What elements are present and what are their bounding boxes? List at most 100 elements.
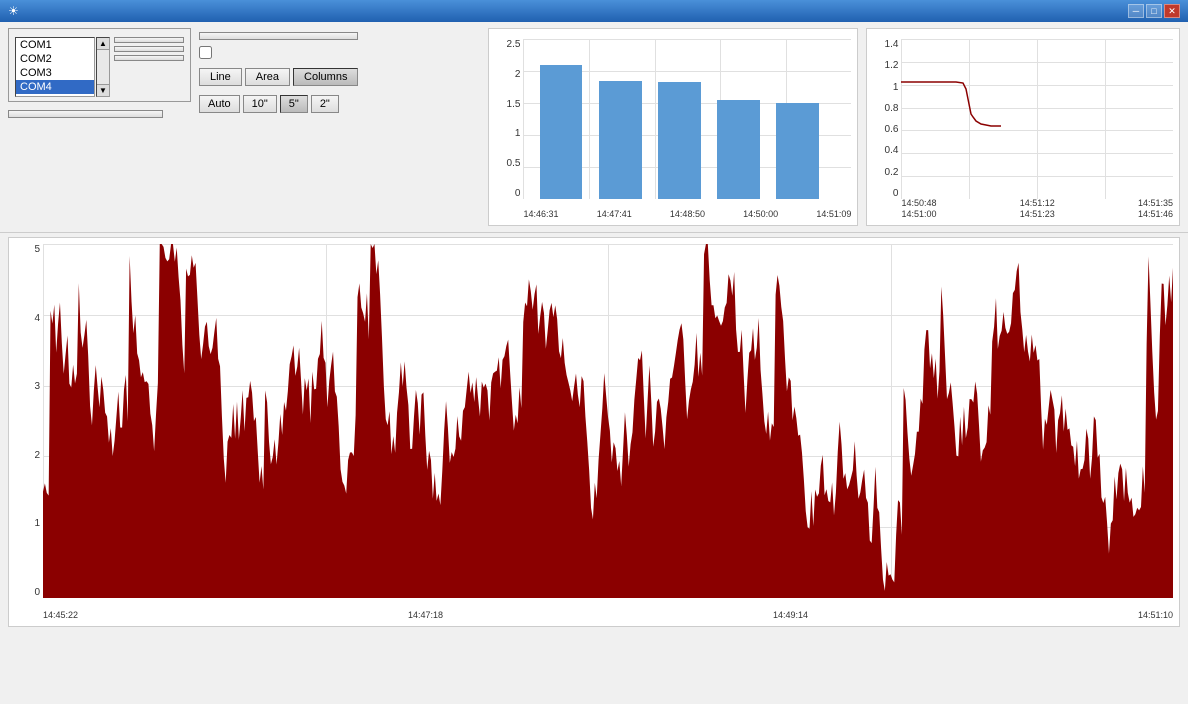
scroll-up[interactable]: ▲ xyxy=(97,38,109,50)
chart-type-buttons: Line Area Columns xyxy=(199,68,358,86)
iy-1: 1 xyxy=(893,82,899,93)
ix-0: 14:50:48 xyxy=(901,198,936,208)
com3-item[interactable]: COM3 xyxy=(16,66,94,80)
my-5: 5 xyxy=(34,244,40,255)
auto-scale-button[interactable]: Auto xyxy=(199,95,240,113)
x-label-0: 14:46:31 xyxy=(523,209,558,219)
main-y-axis: 5 4 3 2 1 0 xyxy=(15,244,43,598)
scale-buttons: Auto 10" 5" 2" xyxy=(199,95,358,113)
line-button[interactable]: Line xyxy=(199,68,242,86)
scroll-track xyxy=(97,50,109,84)
title-bar-controls: ─ □ ✕ xyxy=(1128,4,1180,18)
avg-bar-3 xyxy=(658,82,701,199)
disconnect-button[interactable] xyxy=(114,55,184,61)
x-label-3: 14:50:00 xyxy=(743,209,778,219)
setup-section: COM1 COM2 COM3 COM4 ▲ ▼ xyxy=(8,28,191,226)
10sec-scale-button[interactable]: 10" xyxy=(243,95,277,113)
iy-0.8: 0.8 xyxy=(885,103,899,114)
y-0: 0 xyxy=(515,188,521,199)
ix-sub-0: 14:51:00 xyxy=(901,209,936,219)
autodetect-button[interactable] xyxy=(114,37,184,43)
y-2.5: 2.5 xyxy=(507,39,521,50)
input-x-top: 14:50:48 14:51:12 14:51:35 xyxy=(901,198,1173,208)
mx-0: 14:45:22 xyxy=(43,610,78,620)
app-icon: ☀ xyxy=(8,4,19,18)
minimize-button[interactable]: ─ xyxy=(1128,4,1144,18)
main-content: COM1 COM2 COM3 COM4 ▲ ▼ xyxy=(0,22,1188,704)
columns-button[interactable]: Columns xyxy=(293,68,358,86)
x-label-1: 14:47:41 xyxy=(597,209,632,219)
connect-button[interactable] xyxy=(114,46,184,52)
2sec-scale-button[interactable]: 2" xyxy=(311,95,339,113)
com4-item[interactable]: COM4 xyxy=(16,80,94,94)
ix-sub-2: 14:51:46 xyxy=(1138,209,1173,219)
ix-1: 14:51:12 xyxy=(1020,198,1055,208)
com-scrollbar[interactable]: ▲ ▼ xyxy=(96,37,110,97)
com-list-container: COM1 COM2 COM3 COM4 ▲ ▼ xyxy=(15,37,110,97)
main-chart-container: 5 4 3 2 1 0 xyxy=(8,237,1180,627)
com2-item[interactable]: COM2 xyxy=(16,52,94,66)
y-1: 1 xyxy=(515,128,521,139)
y-0.5: 0.5 xyxy=(507,158,521,169)
setup-panel: COM1 COM2 COM3 COM4 ▲ ▼ xyxy=(8,28,191,102)
input-level-line xyxy=(901,82,1001,126)
input-level-svg xyxy=(901,39,1173,199)
grid-h-0 xyxy=(523,39,851,40)
main-plot-area xyxy=(43,244,1173,598)
x-label-2: 14:48:50 xyxy=(670,209,705,219)
input-x-axis: 14:50:48 14:51:12 14:51:35 14:51:00 14:5… xyxy=(901,198,1173,219)
mx-1: 14:47:18 xyxy=(408,610,443,620)
grid-v-1 xyxy=(589,39,590,199)
avg-bar-5 xyxy=(776,103,819,199)
y-2: 2 xyxy=(515,69,521,80)
avg-bar-1 xyxy=(540,65,583,199)
select-directory-button[interactable] xyxy=(199,32,358,40)
iy-0.2: 0.2 xyxy=(885,167,899,178)
input-y-axis: 1.4 1.2 1 0.8 0.6 0.4 0.2 0 xyxy=(873,39,901,199)
iy-0: 0 xyxy=(893,188,899,199)
iy-1.4: 1.4 xyxy=(885,39,899,50)
area-button[interactable]: Area xyxy=(245,68,290,86)
title-bar: ☀ ─ □ ✕ xyxy=(0,0,1188,22)
main-chart-svg xyxy=(43,244,1173,598)
my-3: 3 xyxy=(34,381,40,392)
com-port-list[interactable]: COM1 COM2 COM3 COM4 xyxy=(15,37,95,97)
reset-graph-button[interactable] xyxy=(8,110,163,118)
mx-3: 14:51:10 xyxy=(1138,610,1173,620)
iy-0.6: 0.6 xyxy=(885,124,899,135)
readings-panel xyxy=(366,28,480,226)
5sec-scale-button[interactable]: 5" xyxy=(280,95,308,113)
iy-1.2: 1.2 xyxy=(885,60,899,71)
setup-row: COM1 COM2 COM3 COM4 ▲ ▼ xyxy=(15,37,184,97)
title-bar-left: ☀ xyxy=(8,4,25,18)
my-0: 0 xyxy=(34,587,40,598)
my-4: 4 xyxy=(34,313,40,324)
grid-v-2 xyxy=(655,39,656,199)
log-checkbox-row xyxy=(199,46,358,59)
input-chart-container: 1.4 1.2 1 0.8 0.6 0.4 0.2 0 xyxy=(866,28,1180,226)
main-x-axis: 14:45:22 14:47:18 14:49:14 14:51:10 xyxy=(43,610,1173,620)
ix-sub-1: 14:51:23 xyxy=(1020,209,1055,219)
input-x-bottom: 14:51:00 14:51:23 14:51:46 xyxy=(901,208,1173,219)
close-button[interactable]: ✕ xyxy=(1164,4,1180,18)
avg-chart-area: 2.5 2 1.5 1 0.5 0 xyxy=(495,39,851,219)
input-chart-area: 1.4 1.2 1 0.8 0.6 0.4 0.2 0 xyxy=(873,39,1173,219)
top-panel: COM1 COM2 COM3 COM4 ▲ ▼ xyxy=(0,22,1188,233)
iy-0.4: 0.4 xyxy=(885,145,899,156)
ix-2: 14:51:35 xyxy=(1138,198,1173,208)
input-plot-area xyxy=(901,39,1173,199)
log-checkbox[interactable] xyxy=(199,46,212,59)
x-label-4: 14:51:09 xyxy=(816,209,851,219)
grid-v-0 xyxy=(523,39,524,199)
y-1.5: 1.5 xyxy=(507,99,521,110)
control-buttons xyxy=(114,37,184,61)
mx-2: 14:49:14 xyxy=(773,610,808,620)
my-2: 2 xyxy=(34,450,40,461)
main-chart-area: 5 4 3 2 1 0 xyxy=(15,244,1173,620)
avg-chart-container: 2.5 2 1.5 1 0.5 0 xyxy=(488,28,858,226)
avg-x-axis: 14:46:31 14:47:41 14:48:50 14:50:00 14:5… xyxy=(523,209,851,219)
avg-plot-area xyxy=(523,39,851,199)
scroll-down[interactable]: ▼ xyxy=(97,84,109,96)
maximize-button[interactable]: □ xyxy=(1146,4,1162,18)
com1-item[interactable]: COM1 xyxy=(16,38,94,52)
